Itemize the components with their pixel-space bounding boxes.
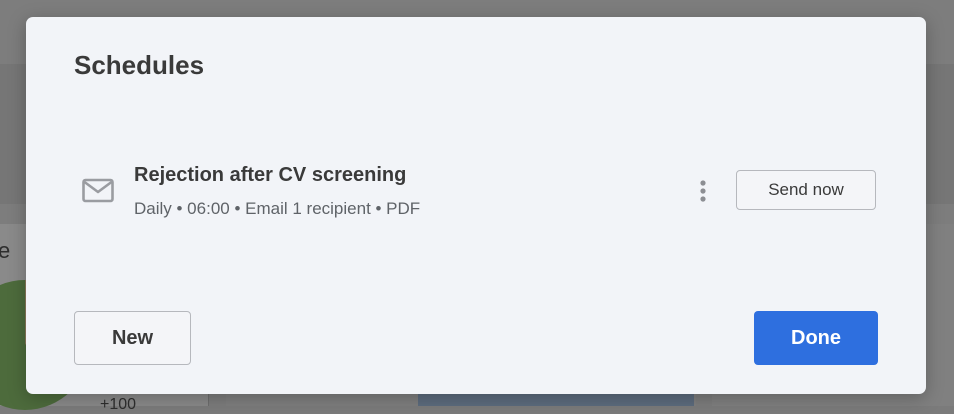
schedule-details: Daily • 06:00 • Email 1 recipient • PDF xyxy=(134,199,421,218)
mail-icon xyxy=(82,178,114,203)
background-text-fragment: e xyxy=(0,238,11,263)
new-schedule-button[interactable]: New xyxy=(74,311,191,365)
schedule-list-item: Rejection after CV screening Daily • 06:… xyxy=(74,157,880,229)
background-axis-fragment: +100 xyxy=(100,396,137,413)
more-options-button[interactable] xyxy=(692,177,714,205)
more-vertical-icon xyxy=(700,180,706,202)
dialog-title: Schedules xyxy=(74,50,205,80)
schedules-dialog: Schedules Rejection after CV screening D… xyxy=(26,17,926,394)
done-button[interactable]: Done xyxy=(754,311,878,365)
schedule-name: Rejection after CV screening xyxy=(134,164,407,186)
send-now-button[interactable]: Send now xyxy=(736,170,876,210)
